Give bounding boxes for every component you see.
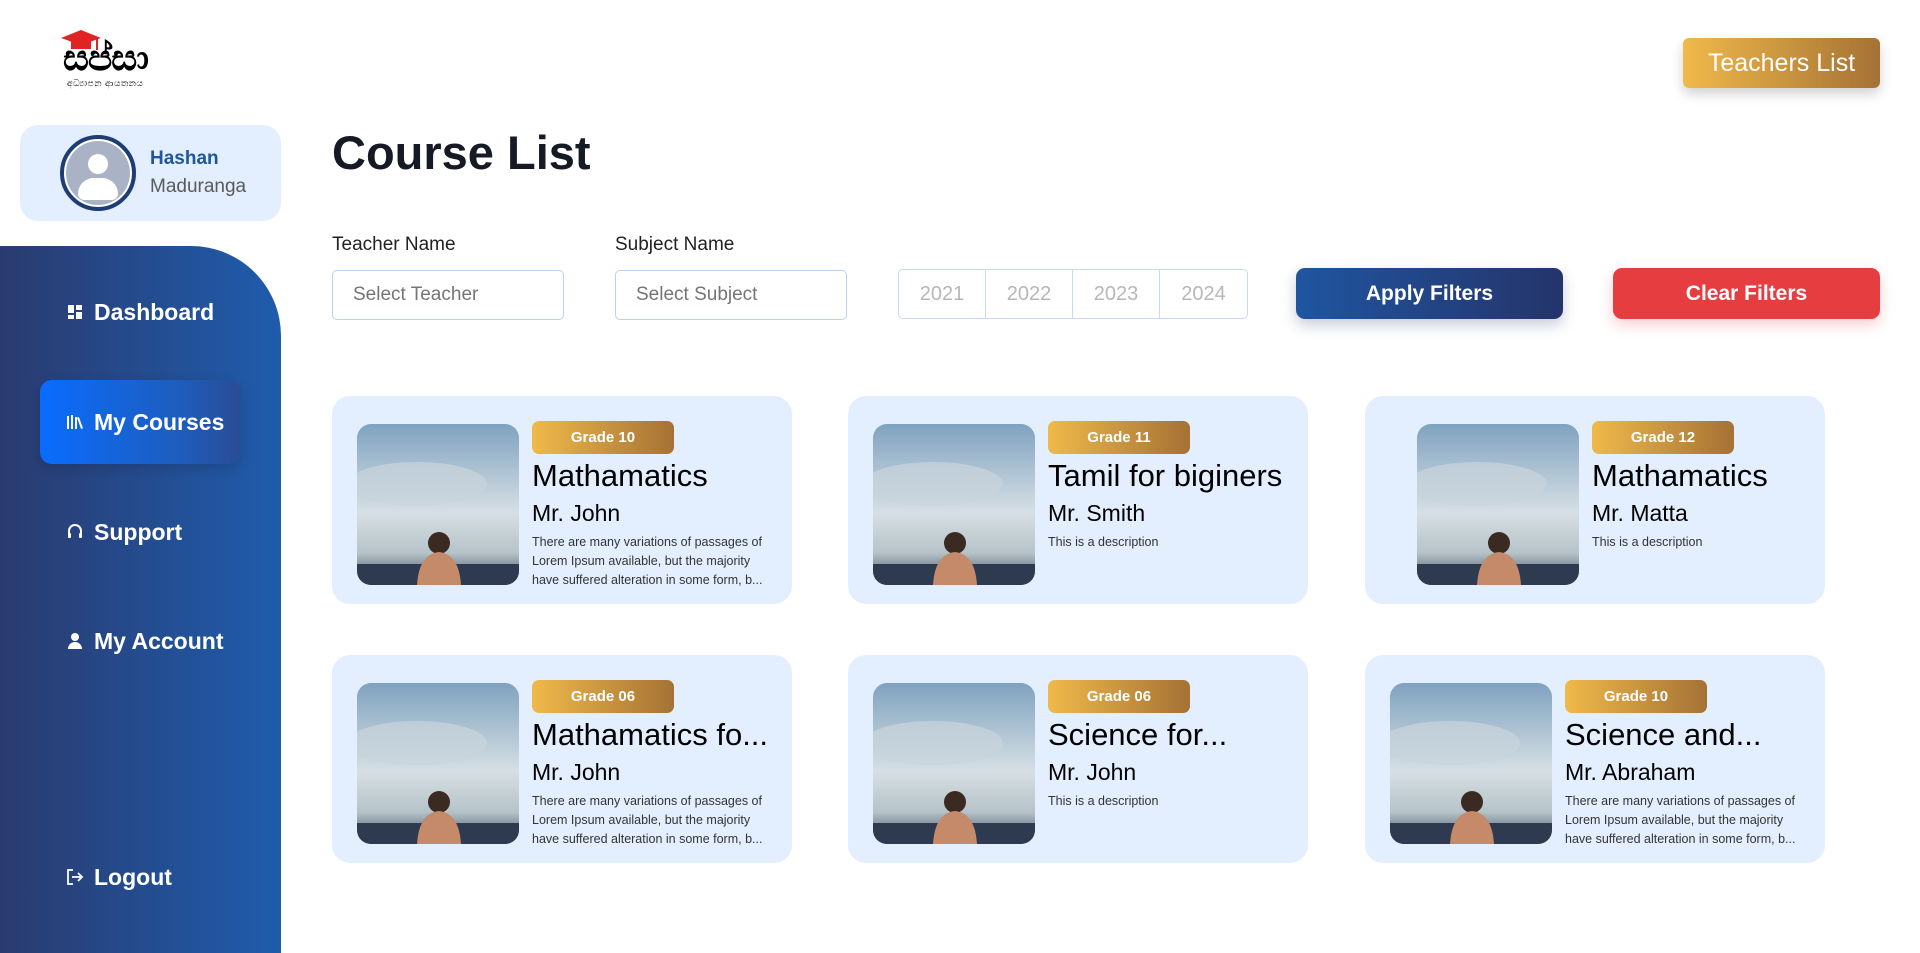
- apply-filters-button[interactable]: Apply Filters: [1296, 268, 1563, 319]
- clear-filters-button[interactable]: Clear Filters: [1613, 268, 1880, 319]
- course-thumbnail: [357, 424, 519, 585]
- user-first-name: Hashan: [150, 148, 219, 169]
- user-last-name: Maduranga: [150, 176, 247, 197]
- course-teacher: Mr. Matta: [1592, 500, 1688, 526]
- year-option-2021[interactable]: 2021: [899, 270, 986, 318]
- subject-select-input[interactable]: [615, 270, 847, 320]
- course-description: There are many variations of passages of…: [532, 535, 763, 587]
- course-thumbnail: [1417, 424, 1579, 585]
- sidebar-item-label: Support: [94, 518, 183, 545]
- sidebar-item-support[interactable]: Support: [40, 490, 240, 574]
- year-filter-group: 2021 2022 2023 2024: [898, 269, 1248, 319]
- subject-name-label: Subject Name: [615, 234, 735, 255]
- course-thumbnail: [873, 424, 1035, 585]
- page-title: Course List: [332, 126, 591, 179]
- logout-label: Logout: [94, 863, 172, 890]
- year-option-2023[interactable]: 2023: [1073, 270, 1160, 318]
- grade-badge: Grade 10: [532, 421, 674, 454]
- logo-tagline: අධ්‍යාපන ආයතනය: [67, 78, 144, 88]
- course-title: Science for...: [1048, 717, 1228, 752]
- user-avatar-icon: [66, 141, 130, 205]
- course-title: Mathamatics fo...: [532, 717, 769, 752]
- avatar: [60, 135, 136, 211]
- teacher-name-label: Teacher Name: [332, 234, 456, 255]
- teacher-select-input[interactable]: [332, 270, 564, 320]
- user-icon: [66, 632, 84, 650]
- course-title: Mathamatics: [532, 458, 708, 493]
- course-thumbnail: [873, 683, 1035, 844]
- course-description: This is a description: [1048, 535, 1159, 549]
- course-card[interactable]: Grade 10 Science and... Mr. Abraham Ther…: [1365, 655, 1825, 863]
- user-profile-card[interactable]: Hashan Maduranga: [20, 125, 281, 221]
- course-thumbnail: [1390, 683, 1552, 844]
- grade-badge: Grade 12: [1592, 421, 1734, 454]
- course-teacher: Mr. Abraham: [1565, 759, 1696, 785]
- grade-badge: Grade 06: [1048, 680, 1190, 713]
- year-option-2022[interactable]: 2022: [986, 270, 1073, 318]
- course-card[interactable]: Grade 06 Mathamatics fo... Mr. John Ther…: [332, 655, 792, 863]
- course-teacher: Mr. John: [1048, 759, 1137, 785]
- dashboard-icon: [66, 303, 84, 321]
- course-teacher: Mr. John: [532, 500, 621, 526]
- sidebar-item-label: Dashboard: [94, 298, 215, 325]
- logout-button[interactable]: Logout: [40, 835, 240, 919]
- course-title: Science and...: [1565, 717, 1762, 752]
- course-title: Tamil for biginers: [1048, 458, 1283, 493]
- books-icon: [66, 413, 84, 431]
- sidebar-item-label: My Account: [94, 627, 224, 654]
- year-option-2024[interactable]: 2024: [1160, 270, 1247, 318]
- course-description: This is a description: [1592, 535, 1703, 549]
- course-title: Mathamatics: [1592, 458, 1768, 493]
- teachers-list-button[interactable]: Teachers List: [1683, 38, 1880, 88]
- sidebar: Dashboard My Courses Support My Account …: [0, 246, 281, 953]
- course-card[interactable]: Grade 12 Mathamatics Mr. Matta This is a…: [1365, 396, 1825, 604]
- course-teacher: Mr. John: [532, 759, 621, 785]
- course-description: This is a description: [1048, 794, 1159, 808]
- grade-badge: Grade 06: [532, 680, 674, 713]
- sidebar-item-label: My Courses: [94, 408, 225, 435]
- course-description: There are many variations of passages of…: [532, 794, 763, 846]
- sidebar-item-dashboard[interactable]: Dashboard: [40, 270, 240, 354]
- course-description: There are many variations of passages of…: [1565, 794, 1796, 846]
- sidebar-item-my-account[interactable]: My Account: [40, 599, 240, 683]
- grade-badge: Grade 11: [1048, 421, 1190, 454]
- course-card[interactable]: Grade 10 Mathamatics Mr. John There are …: [332, 396, 792, 604]
- logout-icon: [66, 868, 84, 886]
- logo-text: සප්සා: [63, 38, 149, 79]
- course-card[interactable]: Grade 06 Science for... Mr. John This is…: [848, 655, 1308, 863]
- course-thumbnail: [357, 683, 519, 844]
- course-card[interactable]: Grade 11 Tamil for biginers Mr. Smith Th…: [848, 396, 1308, 604]
- grade-badge: Grade 10: [1565, 680, 1707, 713]
- headset-icon: [66, 523, 84, 541]
- sidebar-item-my-courses[interactable]: My Courses: [40, 380, 240, 464]
- course-teacher: Mr. Smith: [1048, 500, 1146, 526]
- brand-logo: සප්සා අධ්‍යාපන ආයතනය: [55, 30, 170, 90]
